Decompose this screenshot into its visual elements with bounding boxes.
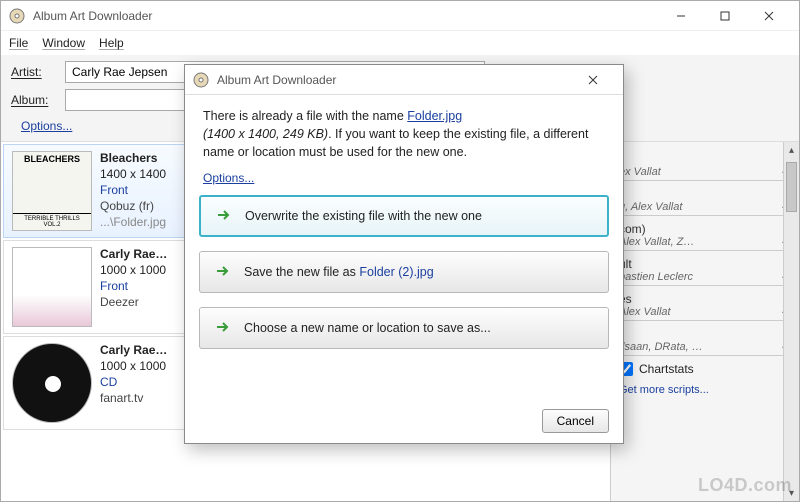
dialog-close-button[interactable] — [571, 66, 615, 94]
source-item[interactable]: ex Vallat... — [615, 146, 795, 181]
choose-location-button[interactable]: Choose a new name or location to save as… — [199, 307, 609, 349]
scroll-thumb[interactable] — [786, 162, 797, 212]
minimize-button[interactable] — [659, 2, 703, 30]
scrollbar[interactable]: ▴ ▾ — [783, 142, 799, 501]
source-item[interactable]: ru, Alex Vallat... — [615, 181, 795, 216]
arrow-right-icon — [214, 318, 232, 339]
arrow-right-icon — [215, 206, 233, 227]
scroll-up-icon[interactable]: ▴ — [784, 142, 799, 158]
app-icon — [9, 8, 25, 24]
window-title: Album Art Downloader — [33, 9, 659, 23]
window-controls — [659, 2, 791, 30]
overwrite-button[interactable]: Overwrite the existing file with the new… — [199, 195, 609, 237]
choice-label: Save the new file as Folder (2).jpg — [244, 265, 434, 279]
cancel-button[interactable]: Cancel — [542, 409, 609, 433]
arrow-right-icon — [214, 262, 232, 283]
dialog-message: There is already a file with the name Fo… — [185, 95, 623, 167]
result-thumbnail: BLEACHERS TERRIBLE THRILLS VOL.2 — [12, 151, 92, 231]
source-item[interactable]: esAlex Vallat... — [615, 286, 795, 321]
maximize-button[interactable] — [703, 2, 747, 30]
get-more-scripts-link[interactable]: Get more scripts... — [615, 382, 795, 398]
dialog-options-link[interactable]: Options... — [203, 169, 264, 187]
result-thumbnail — [12, 247, 92, 327]
dialog-choices: Overwrite the existing file with the new… — [185, 189, 623, 355]
app-icon — [193, 72, 209, 88]
watermark: LO4D.com — [698, 475, 792, 496]
sources-panel: ex Vallat... ru, Alex Vallat... com)Alex… — [611, 142, 799, 501]
file-exists-dialog: Album Art Downloader There is already a … — [184, 64, 624, 444]
artist-label: Artist: — [11, 65, 57, 79]
close-button[interactable] — [747, 2, 791, 30]
menubar: File Window Help — [1, 31, 799, 55]
source-chartstats[interactable]: Chartstats — [615, 356, 795, 382]
titlebar: Album Art Downloader — [1, 1, 799, 31]
source-item[interactable]: ultbastien Leclerc... — [615, 251, 795, 286]
result-thumbnail — [12, 343, 92, 423]
options-link[interactable]: Options... — [11, 117, 82, 135]
album-label: Album: — [11, 93, 57, 107]
menu-window[interactable]: Window — [42, 36, 85, 50]
choice-label: Overwrite the existing file with the new… — [245, 209, 482, 223]
dialog-titlebar: Album Art Downloader — [185, 65, 623, 95]
source-label: Chartstats — [639, 362, 694, 376]
choice-label: Choose a new name or location to save as… — [244, 321, 491, 335]
source-item[interactable]: ılsaan, DRata, …... — [615, 321, 795, 356]
dialog-footer: Cancel — [185, 399, 623, 443]
menu-help[interactable]: Help — [99, 36, 124, 50]
source-item[interactable]: com)Alex Vallat, Z…... — [615, 216, 795, 251]
existing-file-link[interactable]: Folder.jpg — [407, 109, 462, 123]
dialog-title: Album Art Downloader — [217, 73, 571, 87]
save-as-new-button[interactable]: Save the new file as Folder (2).jpg — [199, 251, 609, 293]
menu-file[interactable]: File — [9, 36, 28, 50]
